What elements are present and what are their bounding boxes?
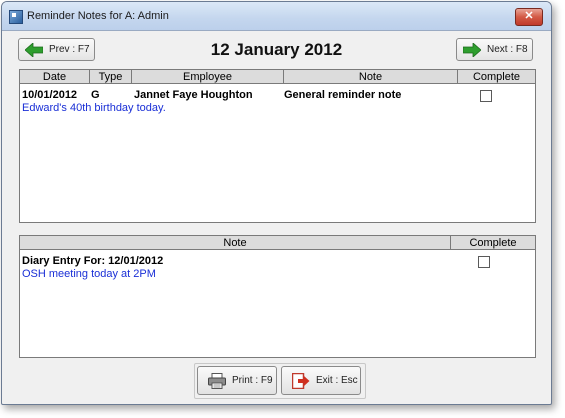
complete-checkbox[interactable]: [478, 256, 490, 268]
column-header-note[interactable]: Note: [20, 236, 451, 250]
row-date: 10/01/2012: [22, 89, 78, 101]
exit-button[interactable]: Exit : Esc: [281, 366, 361, 395]
column-header-complete[interactable]: Complete: [451, 236, 535, 250]
close-icon: ✕: [524, 10, 534, 22]
close-button[interactable]: ✕: [515, 8, 543, 26]
right-arrow-icon: [463, 42, 481, 57]
print-button-label: Print : F9: [232, 375, 273, 386]
app-icon: [9, 10, 23, 24]
reminders-table[interactable]: Date Type Employee Note Complete 10/01/2…: [19, 69, 536, 223]
window-title: Reminder Notes for A: Admin: [27, 10, 169, 22]
column-header-employee[interactable]: Employee: [132, 70, 284, 84]
complete-checkbox[interactable]: [480, 90, 492, 102]
print-button[interactable]: Print : F9: [197, 366, 277, 395]
diary-entry-detail: OSH meeting today at 2PM: [22, 268, 156, 280]
row-detail: Edward's 40th birthday today.: [22, 102, 166, 114]
diary-table[interactable]: Note Complete Diary Entry For: 12/01/201…: [19, 235, 536, 358]
row-employee: Jannet Faye Houghton: [134, 89, 253, 101]
diary-entry-heading: Diary Entry For: 12/01/2012: [22, 255, 164, 267]
title-bar[interactable]: Reminder Notes for A: Admin ✕: [2, 2, 551, 31]
column-header-note[interactable]: Note: [284, 70, 458, 84]
column-header-date[interactable]: Date: [20, 70, 90, 84]
next-button-label: Next : F8: [487, 44, 528, 55]
exit-button-label: Exit : Esc: [316, 375, 358, 386]
row-type: G: [91, 89, 100, 101]
column-header-complete[interactable]: Complete: [458, 70, 535, 84]
column-header-type[interactable]: Type: [90, 70, 132, 84]
printer-icon: [208, 372, 226, 389]
row-note: General reminder note: [284, 89, 402, 101]
next-button[interactable]: Next : F8: [456, 38, 533, 61]
reminder-notes-window: Reminder Notes for A: Admin ✕ Prev : F7 …: [1, 1, 552, 405]
exit-icon: [292, 372, 310, 389]
